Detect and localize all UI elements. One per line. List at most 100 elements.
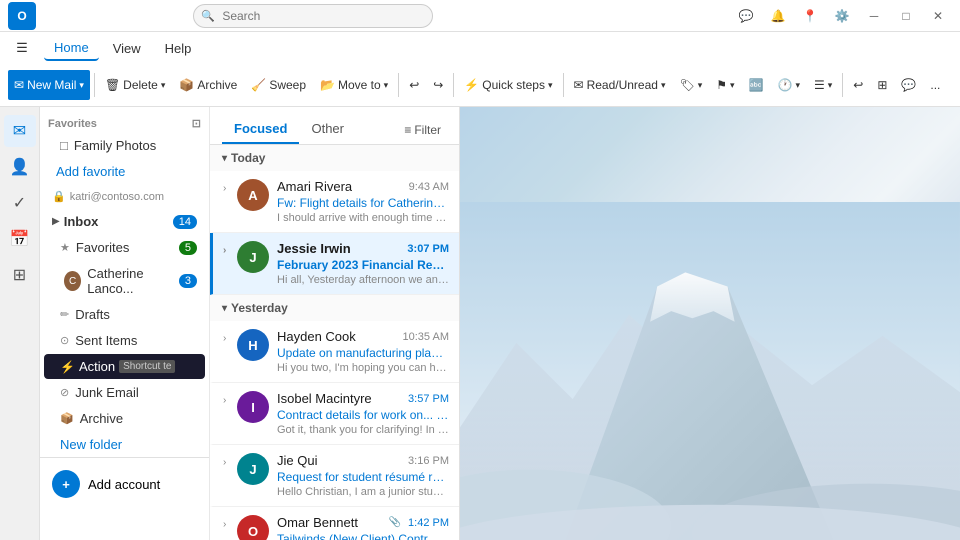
translate-button[interactable]: 🔤 <box>743 70 770 100</box>
sidebar-item-action[interactable]: ⚡ Action Shortcut te <box>44 354 205 379</box>
folder-icon: □ <box>60 138 68 153</box>
email-item-2[interactable]: › J Jessie Irwin 3:07 PM February 2023 F… <box>210 233 459 295</box>
close-button[interactable]: ✕ <box>924 2 952 30</box>
email-item-6[interactable]: › O Omar Bennett 📎 1:42 PM Tailwinds (Ne… <box>210 507 459 540</box>
quick-steps-button[interactable]: ⚡ Quick steps ▾ <box>458 70 558 100</box>
delete-icon: 🗑 <box>105 78 120 92</box>
add-account-button[interactable]: + Add account <box>48 466 201 502</box>
today-chevron[interactable]: ▾ <box>222 153 227 164</box>
today-section-header: ▾ Today <box>210 145 459 171</box>
yesterday-chevron[interactable]: ▾ <box>222 303 227 314</box>
flag-icon: ⚑ <box>716 78 727 92</box>
tag-button[interactable]: 🏷▾ <box>673 70 708 100</box>
new-mail-caret[interactable]: ▾ <box>79 80 84 91</box>
expand-chevron-3[interactable]: › <box>223 329 237 374</box>
more-button[interactable]: ... <box>924 70 946 100</box>
search-container: 🔍 <box>193 4 433 28</box>
add-account-avatar: + <box>52 470 80 498</box>
sidebar-item-junk[interactable]: ⊘ Junk Email <box>44 380 205 405</box>
email-content-2: Jessie Irwin 3:07 PM February 2023 Finan… <box>277 241 449 286</box>
flag-button[interactable]: ⚑▾ <box>710 70 740 100</box>
sidebar-nav-items: Favorites ⊡ □ Family Photos Add favorite… <box>40 107 209 540</box>
view-icon: ☰ <box>814 78 825 92</box>
search-input[interactable] <box>193 4 433 28</box>
bell-icon[interactable]: 🔔 <box>764 2 792 30</box>
envelope-icon: ✉ <box>574 78 584 92</box>
separator-3 <box>453 73 454 97</box>
main-content: ✉ 👤 ✓ 📅 ⊞ Favorites ⊡ □ Family Photos Ad… <box>0 107 960 540</box>
sidebar-item-archive[interactable]: 📦 Archive <box>44 406 205 431</box>
titlebar: O 🔍 💬 🔔 📍 ⚙️ ─ □ ✕ <box>0 0 960 32</box>
new-folder-link[interactable]: New folder <box>40 432 209 457</box>
chat2-button[interactable]: 💬 <box>895 70 922 100</box>
table-button[interactable]: ⊞ <box>871 70 893 100</box>
archive-button[interactable]: 📦 Archive <box>173 70 243 100</box>
zoom-button[interactable]: 🕐▾ <box>772 70 806 100</box>
tab-help[interactable]: Help <box>155 37 202 60</box>
attachment-icon: 📎 <box>389 517 401 528</box>
delete-button[interactable]: 🗑 Delete ▾ <box>99 70 171 100</box>
account-email-item[interactable]: 🔒 katri@contoso.com <box>44 185 205 208</box>
email-scroll-area: ▾ Today › A Amari Rivera 9:43 AM Fw: Fli… <box>210 145 459 540</box>
sidebar-item-catherine[interactable]: C Catherine Lanco... 3 <box>44 261 205 301</box>
separator-5 <box>842 73 843 97</box>
lightning-icon: ⚡ <box>464 78 479 92</box>
tag-icon: 🏷 <box>679 78 694 92</box>
undo-button[interactable]: ↩ <box>403 70 425 100</box>
filter-button[interactable]: ≡ Filter <box>398 119 447 141</box>
chat-icon[interactable]: 💬 <box>732 2 760 30</box>
separator-4 <box>563 73 564 97</box>
email-content-6: Omar Bennett 📎 1:42 PM Tailwinds (New Cl… <box>277 515 449 540</box>
zoom-icon: 🕐 <box>778 78 793 92</box>
sweep-button[interactable]: 🧹 Sweep <box>245 70 312 100</box>
contacts-nav-icon[interactable]: 👤 <box>4 151 36 183</box>
separator-2 <box>398 73 399 97</box>
expand-chevron-2[interactable]: › <box>223 241 237 286</box>
tab-focused[interactable]: Focused <box>222 115 299 144</box>
hamburger-menu[interactable]: ☰ <box>8 34 36 62</box>
undo2-button[interactable]: ↩ <box>847 70 869 100</box>
shortcut-tag: Shortcut te <box>119 360 175 373</box>
settings-icon[interactable]: ⚙️ <box>828 2 856 30</box>
email-item-4[interactable]: › I Isobel Macintyre 3:57 PM Contract de… <box>210 383 459 445</box>
calendar-nav-icon[interactable]: 📅 <box>4 223 36 255</box>
email-item-1[interactable]: › A Amari Rivera 9:43 AM Fw: Flight deta… <box>210 171 459 233</box>
move-to-button[interactable]: 📂 Move to ▾ <box>314 70 394 100</box>
sidebar-item-sent[interactable]: ⊙ Sent Items <box>44 328 205 353</box>
maximize-button[interactable]: □ <box>892 2 920 30</box>
tab-home[interactable]: Home <box>44 36 99 61</box>
expand-chevron-6[interactable]: › <box>223 515 237 540</box>
sidebar-item-inbox[interactable]: ▶ Inbox 14 <box>44 209 205 234</box>
tab-other[interactable]: Other <box>299 115 356 144</box>
email-item-3[interactable]: › H Hayden Cook 10:35 AM Update on manuf… <box>210 321 459 383</box>
mail-nav-icon[interactable]: ✉ <box>4 115 36 147</box>
catherine-avatar: C <box>64 271 81 291</box>
avatar-1: A <box>237 179 269 211</box>
new-mail-button[interactable]: ✉ New Mail ▾ <box>8 70 90 100</box>
sidebar-item-drafts[interactable]: ✏ Drafts <box>44 302 205 327</box>
tasks-nav-icon[interactable]: ✓ <box>4 187 36 219</box>
sidebar-item-favorites[interactable]: ★ Favorites 5 <box>44 235 205 260</box>
email-list: Focused Other ≡ Filter ▾ Today › A Amari… <box>210 107 460 540</box>
expand-chevron-4[interactable]: › <box>223 391 237 436</box>
sidebar-item-family-photos[interactable]: □ Family Photos <box>44 133 205 158</box>
read-unread-button[interactable]: ✉ Read/Unread ▾ <box>568 70 672 100</box>
add-favorite-link[interactable]: Add favorite <box>40 159 209 184</box>
mountain-background <box>460 107 960 540</box>
redo-button[interactable]: ↪ <box>427 70 449 100</box>
location-icon[interactable]: 📍 <box>796 2 824 30</box>
avatar-6: O <box>237 515 269 540</box>
account-section: + Add account <box>40 457 209 510</box>
expand-chevron-5[interactable]: › <box>223 453 237 498</box>
email-content-5: Jie Qui 3:16 PM Request for student résu… <box>277 453 449 498</box>
expand-inbox-icon[interactable]: ▶ <box>52 216 60 227</box>
apps-nav-icon[interactable]: ⊞ <box>4 259 36 291</box>
star-icon: ★ <box>60 241 70 254</box>
comment-icon: 💬 <box>901 78 916 92</box>
tab-view[interactable]: View <box>103 37 151 60</box>
expand-chevron-1[interactable]: › <box>223 179 237 224</box>
minimize-button[interactable]: ─ <box>860 2 888 30</box>
email-content-1: Amari Rivera 9:43 AM Fw: Flight details … <box>277 179 449 224</box>
email-item-5[interactable]: › J Jie Qui 3:16 PM Request for student … <box>210 445 459 507</box>
view-settings-button[interactable]: ☰▾ <box>808 70 838 100</box>
